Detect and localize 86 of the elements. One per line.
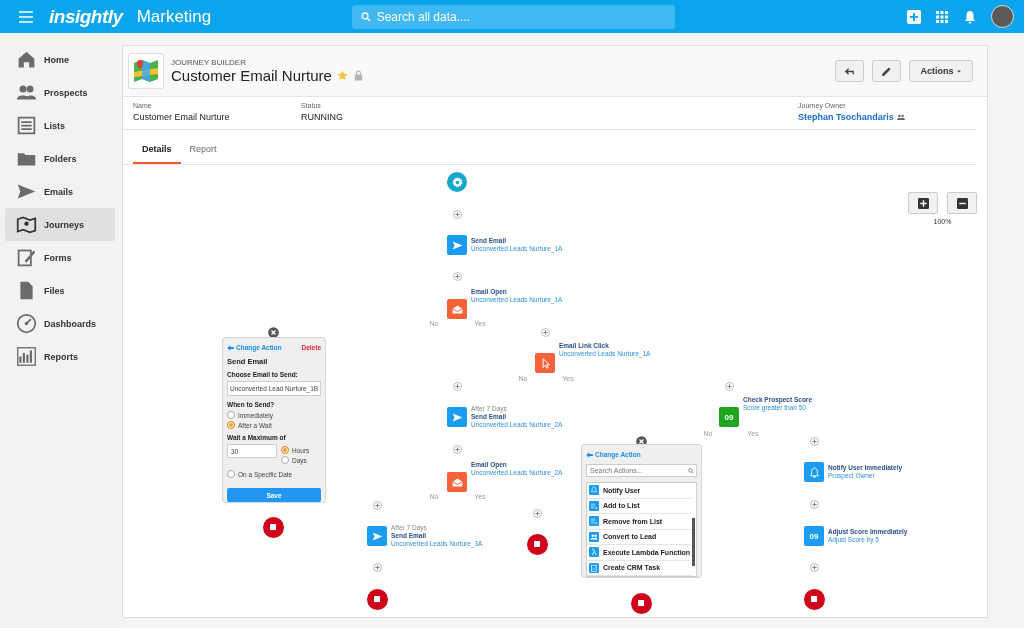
sidebar-item[interactable]: Home xyxy=(5,43,115,76)
edit-button[interactable] xyxy=(872,60,902,82)
action-node[interactable] xyxy=(447,407,467,427)
add-step-icon[interactable] xyxy=(452,381,462,391)
owner-link[interactable]: Stephan Tsochandaris xyxy=(798,112,894,122)
add-icon[interactable] xyxy=(907,9,921,24)
gear-icon xyxy=(450,175,464,189)
house-icon xyxy=(16,49,37,70)
add-step-icon[interactable] xyxy=(809,499,819,509)
bar-chart-icon xyxy=(16,346,37,367)
radio-button[interactable] xyxy=(227,411,235,419)
people-icon xyxy=(896,113,905,121)
actions-button[interactable]: Actions xyxy=(909,60,973,82)
end-node[interactable] xyxy=(630,592,652,614)
avatar[interactable] xyxy=(991,5,1014,28)
field-value: Customer Email Nurture xyxy=(133,112,231,122)
radio-button[interactable] xyxy=(227,421,235,429)
arrow-left-icon xyxy=(586,451,593,458)
list-icon xyxy=(16,115,37,136)
add-step-icon[interactable] xyxy=(372,562,382,572)
search-icon xyxy=(688,467,694,474)
action-node[interactable] xyxy=(367,526,387,546)
add-step-icon[interactable] xyxy=(724,381,734,391)
radio-button[interactable] xyxy=(281,446,289,454)
people-icon xyxy=(589,531,599,542)
radio-button[interactable] xyxy=(281,456,289,464)
lambda-icon xyxy=(589,547,599,558)
sidebar-item[interactable]: Prospects xyxy=(5,76,115,109)
map-icon xyxy=(16,214,37,235)
end-node[interactable] xyxy=(803,588,825,610)
arrow-left-icon xyxy=(227,344,234,351)
add-step-icon[interactable] xyxy=(809,436,819,446)
page-title: Customer Email Nurture xyxy=(171,67,332,84)
plus-icon xyxy=(917,197,929,209)
bell-icon[interactable] xyxy=(963,9,977,24)
open-envelope-icon xyxy=(450,475,464,489)
star-icon[interactable] xyxy=(336,70,348,81)
condition-node[interactable] xyxy=(447,472,467,492)
page-eyebrow: JOURNEY BUILDER xyxy=(171,58,247,67)
minus-icon xyxy=(956,197,968,209)
menu-icon[interactable] xyxy=(19,10,33,23)
pencil-icon xyxy=(881,65,893,77)
radio-button[interactable] xyxy=(227,470,235,478)
grid-icon[interactable] xyxy=(935,9,949,24)
condition-node[interactable] xyxy=(535,353,555,373)
sidebar-item[interactable]: Files xyxy=(5,274,115,307)
add-step-icon[interactable] xyxy=(540,327,550,337)
bell-icon xyxy=(589,485,599,496)
gauge-icon xyxy=(16,313,37,334)
add-step-icon[interactable] xyxy=(809,562,819,572)
sidebar-item[interactable]: Forms xyxy=(5,241,115,274)
search-icon xyxy=(360,11,371,22)
add-step-icon[interactable] xyxy=(452,271,462,281)
add-step-icon[interactable] xyxy=(452,444,462,454)
sidebar-item[interactable]: Reports xyxy=(5,340,115,373)
end-node[interactable] xyxy=(526,533,548,555)
open-envelope-icon xyxy=(450,302,464,316)
list-icon xyxy=(589,500,599,511)
zoom-out-button[interactable] xyxy=(947,192,977,214)
start-node[interactable] xyxy=(447,172,467,192)
field-value: RUNNING xyxy=(301,112,344,122)
pencil-icon xyxy=(16,247,37,268)
sidebar-item[interactable]: Emails xyxy=(5,175,115,208)
list-icon xyxy=(589,516,599,527)
tab[interactable]: Report xyxy=(180,144,226,164)
sidebar-item[interactable]: Lists xyxy=(5,109,115,142)
zoom-in-button[interactable] xyxy=(908,192,938,214)
bell-icon xyxy=(807,465,821,479)
condition-node[interactable] xyxy=(447,299,467,319)
sidebar-item[interactable]: Dashboards xyxy=(5,307,115,340)
clipboard-check-icon xyxy=(589,562,599,573)
tab[interactable]: Details xyxy=(133,144,181,164)
end-node[interactable] xyxy=(262,516,284,538)
add-step-icon[interactable] xyxy=(532,508,542,518)
add-step-icon[interactable] xyxy=(372,500,382,510)
app-title: Marketing xyxy=(136,6,213,27)
sidebar-item[interactable]: Journeys xyxy=(5,208,115,241)
back-button[interactable] xyxy=(835,60,865,82)
action-node[interactable] xyxy=(804,462,824,482)
scrollbar[interactable] xyxy=(692,518,695,566)
journey-icon xyxy=(128,53,164,89)
close-icon[interactable] xyxy=(267,326,279,338)
end-node[interactable] xyxy=(366,588,388,610)
sidebar-item[interactable]: Folders xyxy=(5,142,115,175)
add-step-icon[interactable] xyxy=(452,209,462,219)
action-node[interactable] xyxy=(447,235,467,255)
